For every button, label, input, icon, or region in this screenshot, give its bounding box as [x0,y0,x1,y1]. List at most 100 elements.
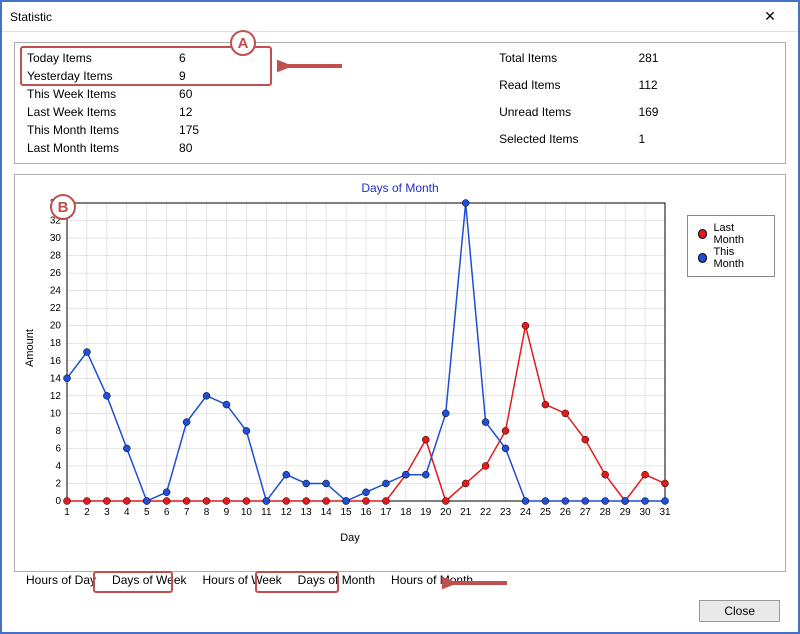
tab-hours-of-week[interactable]: Hours of Week [195,570,290,590]
svg-text:14: 14 [321,507,333,518]
legend: Last Month This Month [687,215,775,277]
close-button[interactable]: Close [699,600,780,622]
svg-text:12: 12 [50,391,62,402]
x-axis-label: Day [25,532,675,544]
svg-text:24: 24 [520,507,532,518]
svg-text:10: 10 [241,507,253,518]
svg-text:15: 15 [341,507,353,518]
legend-item-this-month: This Month [698,246,764,270]
stats-panel: Today Items6Yesterday Items9This Week It… [14,42,786,164]
svg-text:0: 0 [55,496,61,507]
stats-label: Last Month Items [27,141,179,159]
svg-text:16: 16 [50,356,62,367]
svg-text:12: 12 [281,507,293,518]
tab-hours-of-day[interactable]: Hours of Day [18,570,104,590]
titlebar: Statistic ✕ [2,2,798,32]
stats-label: Unread Items [499,105,638,132]
svg-text:20: 20 [50,321,62,332]
svg-text:27: 27 [580,507,592,518]
tab-days-of-month[interactable]: Days of Month [290,570,383,590]
stats-value: 281 [638,51,718,78]
statistic-window: Statistic ✕ Today Items6Yesterday Items9… [0,0,800,634]
stats-value: 112 [638,78,718,105]
chart-svg: 0246810121416182022242628303234123456789… [25,197,675,527]
svg-text:6: 6 [164,507,170,518]
svg-text:17: 17 [380,507,392,518]
stats-column-left: Today Items6Yesterday Items9This Week It… [27,51,259,159]
stats-label: This Week Items [27,87,179,105]
svg-text:9: 9 [224,507,230,518]
stats-row: This Month Items175 [27,123,259,141]
svg-text:22: 22 [480,507,492,518]
svg-text:2: 2 [84,507,90,518]
stats-label: Total Items [499,51,638,78]
svg-text:10: 10 [50,408,62,419]
stats-label: Today Items [27,51,179,69]
stats-value: 60 [179,87,259,105]
tabs-row: Hours of DayDays of WeekHours of WeekDay… [18,570,481,590]
button-bar: Close [699,600,780,622]
stats-label: Yesterday Items [27,69,179,87]
svg-text:31: 31 [659,507,671,518]
stats-row: Read Items112 [499,78,718,105]
svg-text:5: 5 [144,507,150,518]
stats-row: Last Month Items80 [27,141,259,159]
svg-text:4: 4 [55,461,61,472]
svg-text:16: 16 [360,507,372,518]
svg-text:22: 22 [50,303,62,314]
stats-row: Today Items6 [27,51,259,69]
svg-text:29: 29 [620,507,632,518]
tab-days-of-week[interactable]: Days of Week [104,570,194,590]
svg-text:14: 14 [50,373,62,384]
stats-value: 80 [179,141,259,159]
stats-value: 175 [179,123,259,141]
legend-label-this-month: This Month [713,246,764,270]
svg-text:23: 23 [500,507,512,518]
stats-column-right: Total Items281Read Items112Unread Items1… [499,51,718,159]
svg-text:20: 20 [440,507,452,518]
chart-title: Days of Month [25,181,775,195]
y-axis-label: Amount [24,329,36,367]
svg-text:30: 30 [50,233,62,244]
stats-value: 9 [179,69,259,87]
svg-text:8: 8 [204,507,210,518]
svg-text:21: 21 [460,507,472,518]
stats-row: Selected Items1 [499,132,718,159]
legend-label-last-month: Last Month [713,222,764,246]
stats-value: 12 [179,105,259,123]
legend-dot-red [698,229,707,239]
svg-text:8: 8 [55,426,61,437]
chart-panel: Days of Month Amount 0246810121416182022… [14,174,786,572]
stats-row: Last Week Items12 [27,105,259,123]
chart-plot: Amount 024681012141618202224262830323412… [25,197,675,544]
svg-text:18: 18 [50,338,62,349]
stats-row: This Week Items60 [27,87,259,105]
svg-text:32: 32 [50,216,62,227]
svg-text:26: 26 [50,268,62,279]
svg-text:28: 28 [50,251,62,262]
svg-text:4: 4 [124,507,130,518]
stats-label: Read Items [499,78,638,105]
svg-text:6: 6 [55,443,61,454]
close-icon[interactable]: ✕ [750,8,790,25]
svg-text:1: 1 [64,507,70,518]
stats-label: Selected Items [499,132,638,159]
svg-text:7: 7 [184,507,190,518]
svg-text:25: 25 [540,507,552,518]
svg-text:30: 30 [640,507,652,518]
svg-text:34: 34 [50,198,62,209]
stats-value: 169 [638,105,718,132]
svg-text:13: 13 [301,507,313,518]
window-title: Statistic [10,10,750,24]
legend-item-last-month: Last Month [698,222,764,246]
svg-text:3: 3 [104,507,110,518]
svg-text:26: 26 [560,507,572,518]
svg-text:28: 28 [600,507,612,518]
stats-value: 6 [179,51,259,69]
stats-value: 1 [638,132,718,159]
svg-text:18: 18 [400,507,412,518]
legend-dot-blue [698,253,707,263]
stats-label: This Month Items [27,123,179,141]
stats-row: Total Items281 [499,51,718,78]
tab-hours-of-month[interactable]: Hours of Month [383,570,481,590]
